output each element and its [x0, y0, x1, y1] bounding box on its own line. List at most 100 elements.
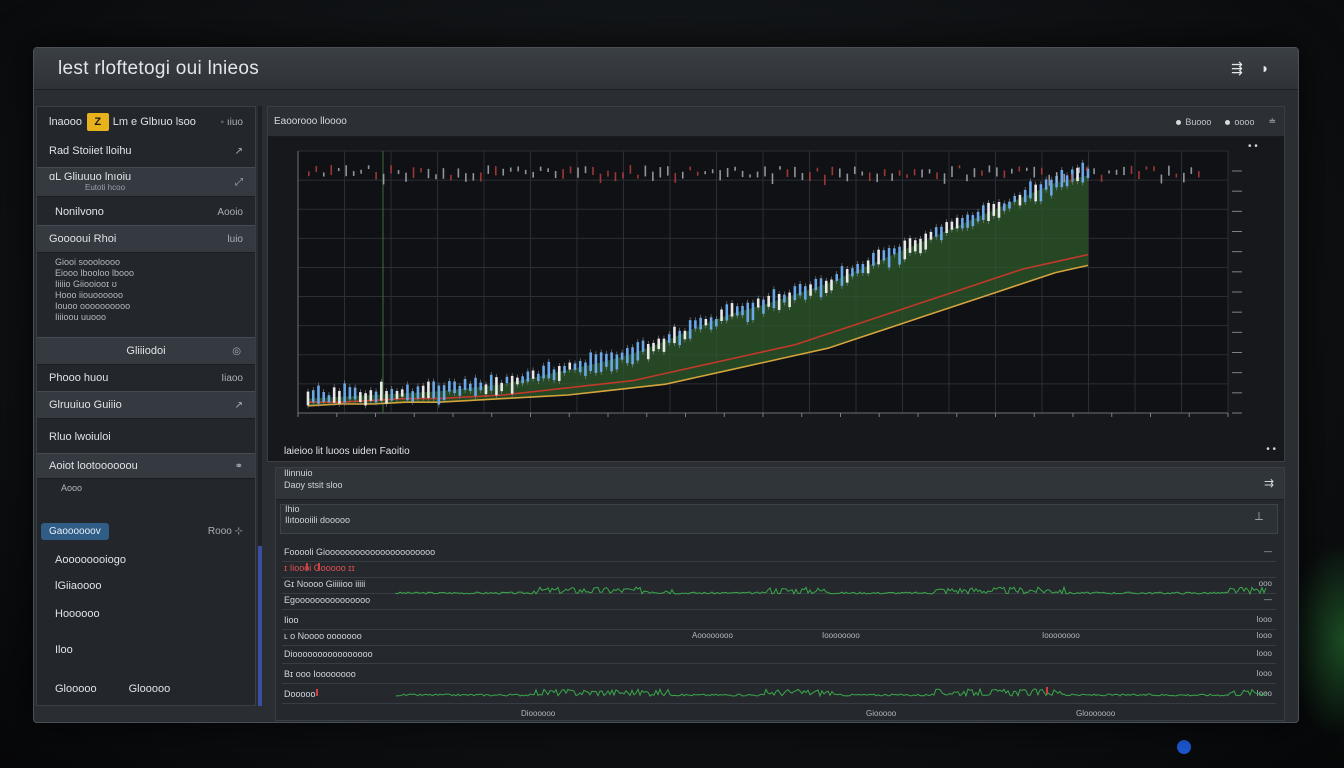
- sidebar-item[interactable]: Aoiot lootoooooou ⚭: [37, 453, 255, 479]
- candle: [824, 280, 828, 293]
- settings-icon[interactable]: ◗: [1254, 60, 1276, 76]
- sidebar-item-selected[interactable]: Gaoooooov Rooo ⊹: [37, 517, 255, 545]
- mini-candle: [480, 172, 482, 182]
- price-chart[interactable]: • •: [268, 137, 1284, 437]
- candle: [903, 240, 907, 260]
- link-icon[interactable]: ⚭: [235, 461, 243, 472]
- candle: [777, 294, 781, 310]
- candle: [751, 302, 755, 320]
- sidebar-item[interactable]: Rad Stoiiet lloihu ↗: [37, 139, 255, 163]
- sidebar-item[interactable]: lGiiaoooo: [37, 573, 255, 599]
- mini-candle: [412, 167, 415, 179]
- candle: [814, 278, 818, 291]
- mini-candle: [951, 166, 953, 178]
- candle: [332, 387, 336, 403]
- mini-candle: [569, 166, 572, 174]
- sidebar-item-label: Aoooooooiogo: [55, 554, 126, 566]
- mini-candle: [652, 171, 654, 181]
- mini-candle: [921, 169, 923, 178]
- edit-icon[interactable]: ↗: [235, 400, 243, 411]
- mini-candle: [1138, 171, 1140, 180]
- mini-candle: [771, 173, 774, 185]
- sidebar-item[interactable]: Rluo lwoiuloi: [37, 423, 255, 451]
- candle: [788, 292, 791, 308]
- mini-candle: [913, 169, 916, 176]
- mini-candle: [554, 171, 557, 179]
- pin-icon[interactable]: ⤢: [235, 177, 243, 188]
- candle: [772, 289, 776, 309]
- candle: [746, 302, 750, 322]
- candle: [908, 238, 912, 253]
- lp-head-line: Ihio: [285, 504, 300, 514]
- log-row[interactable]: Dioooooooooooooooo Iooo: [282, 646, 1276, 664]
- sidebar-item[interactable]: Hoooooo: [37, 601, 255, 627]
- log-row-text: Gɪ Noooo Giiiiioo iiiii: [284, 579, 366, 589]
- candle: [468, 383, 472, 391]
- candle: [667, 334, 671, 343]
- sidebar-item-sub: Eutoti hcoo: [85, 182, 126, 192]
- sidebar-header-label: lnaooo: [49, 116, 83, 128]
- candle: [694, 320, 697, 329]
- sidebar-header-text: Lm e Glbıuo lsoo: [112, 116, 196, 128]
- chart-option-a[interactable]: Buooo: [1176, 117, 1211, 127]
- mini-candle: [614, 172, 617, 182]
- candle: [390, 388, 394, 401]
- sidebar-item[interactable]: ɑL Gliuuuo lnıoiu Eutoti hcoo ⤢: [37, 167, 255, 197]
- sidebar-footer[interactable]: Glooooo Glooooo: [37, 677, 255, 701]
- candle: [720, 309, 723, 321]
- log-row-value: ooo: [1258, 579, 1272, 588]
- candle: [327, 395, 331, 403]
- sidebar-item[interactable]: Glruuiuo Guiiio ↗: [37, 391, 255, 419]
- candle: [1081, 162, 1085, 183]
- mini-candle: [741, 170, 744, 178]
- mini-candle: [517, 166, 520, 172]
- mini-candle: [1063, 173, 1065, 183]
- candle: [552, 369, 556, 381]
- candle: [437, 385, 441, 405]
- target-icon[interactable]: ◎: [232, 346, 241, 357]
- candle: [919, 238, 922, 254]
- candle: [521, 376, 524, 384]
- chart-menu-icon[interactable]: ≐: [1268, 116, 1276, 127]
- lp-bottom-c: Glooooooo: [1076, 709, 1116, 718]
- candle: [584, 362, 587, 376]
- mini-candle: [764, 166, 766, 177]
- pin-icon[interactable]: ⟂: [1255, 510, 1263, 522]
- log-row[interactable]: Egooooooooooooooo —: [282, 592, 1276, 610]
- mini-candle: [824, 174, 826, 186]
- mini-candle: [861, 171, 864, 176]
- menu-icon[interactable]: ⇶: [1226, 60, 1248, 76]
- sidebar-item-label: Glruuiuo Guiiio: [49, 399, 122, 411]
- sidebar-item[interactable]: Aoooooooiogo: [37, 547, 255, 573]
- sidebar-item[interactable]: Nonilvono Aooio: [37, 199, 255, 225]
- candle: [1023, 189, 1027, 203]
- log-row[interactable]: Bɪ ooo Ioooooooo Iooo: [282, 666, 1276, 684]
- log-row[interactable]: ʟ o Noooo ooooooo Iooo Aoooooooo Ioooooooo I…: [282, 628, 1276, 646]
- sidebar-item[interactable]: Iloo: [37, 637, 255, 663]
- candle: [688, 320, 692, 339]
- sidebar-item[interactable]: Gliiiodoi ◎: [37, 337, 255, 365]
- mini-candle: [427, 168, 430, 179]
- log-row[interactable]: Dooooo Iooo: [282, 686, 1276, 704]
- edit-icon[interactable]: ↗: [235, 146, 243, 157]
- candle: [646, 343, 650, 360]
- candle: [809, 284, 812, 296]
- sidebar-header[interactable]: lnaooo Z Lm e Glbıuo lsoo ◦ ıiuo: [37, 111, 255, 133]
- candle: [343, 383, 346, 403]
- mini-candle: [509, 167, 512, 172]
- mini-candle: [487, 165, 490, 174]
- scrollbar-thumb[interactable]: [258, 546, 262, 706]
- sidebar-scrollbar[interactable]: [258, 106, 262, 706]
- app-window: lest rloftetogi oui lnieos ⇶ ◗ lnaooo Z …: [33, 47, 1299, 723]
- candle: [400, 389, 404, 397]
- mini-candle: [876, 173, 879, 183]
- lower-search-input[interactable]: Ihio Ilıtoooiili dooooo ⟂: [280, 504, 1278, 534]
- sidebar-item[interactable]: Gooooui Rhoi luio: [37, 225, 255, 253]
- mini-candle: [308, 171, 310, 177]
- candle: [631, 347, 634, 365]
- candle: [987, 202, 990, 222]
- expand-icon[interactable]: ⇉: [1264, 477, 1274, 489]
- mini-candle: [996, 167, 998, 177]
- chart-option-b[interactable]: oooo: [1225, 117, 1254, 127]
- sidebar-item[interactable]: Phooo huou Iiaoo: [37, 365, 255, 391]
